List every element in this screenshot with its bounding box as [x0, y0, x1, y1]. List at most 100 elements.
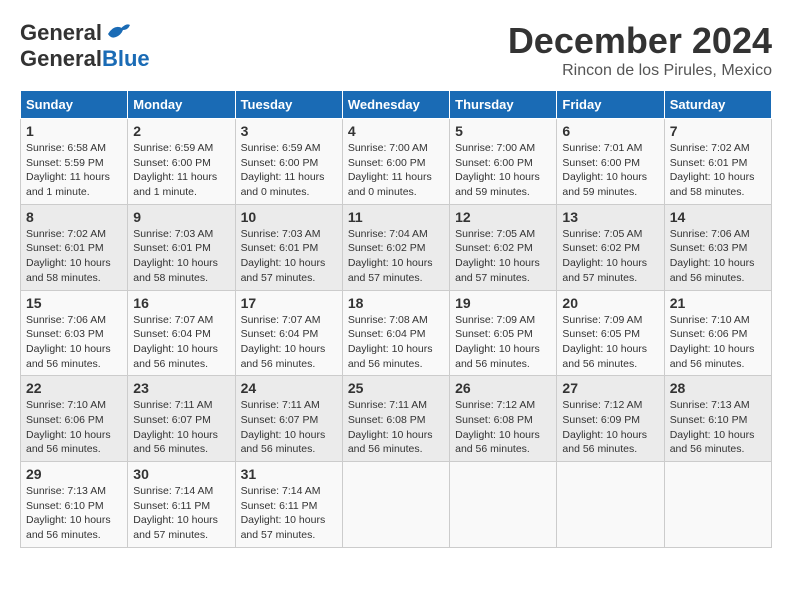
day-number: 14 — [670, 209, 766, 225]
day-cell: 10 Sunrise: 7:03 AMSunset: 6:01 PMDayligh… — [235, 204, 342, 290]
day-number: 10 — [241, 209, 337, 225]
day-info: Sunrise: 7:09 AMSunset: 6:05 PMDaylight:… — [455, 313, 551, 372]
header: General General Blue December 2024 Rinco… — [20, 20, 772, 80]
day-info: Sunrise: 7:03 AMSunset: 6:01 PMDaylight:… — [133, 227, 229, 286]
bird-icon — [104, 20, 132, 42]
day-cell: 12 Sunrise: 7:05 AMSunset: 6:02 PMDayligh… — [450, 204, 557, 290]
day-info: Sunrise: 7:12 AMSunset: 6:08 PMDaylight:… — [455, 398, 551, 457]
day-cell: 13 Sunrise: 7:05 AMSunset: 6:02 PMDayligh… — [557, 204, 664, 290]
day-cell: 11 Sunrise: 7:04 AMSunset: 6:02 PMDayligh… — [342, 204, 449, 290]
day-info: Sunrise: 7:04 AMSunset: 6:02 PMDaylight:… — [348, 227, 444, 286]
day-cell: 9 Sunrise: 7:03 AMSunset: 6:01 PMDaylight… — [128, 204, 235, 290]
day-number: 17 — [241, 295, 337, 311]
day-number: 29 — [26, 466, 122, 482]
week-row-2: 8Sunrise: 7:02 AMSunset: 6:01 PMDaylight… — [21, 204, 772, 290]
day-info: Sunrise: 7:06 AMSunset: 6:03 PMDaylight:… — [26, 313, 122, 372]
day-info: Sunrise: 6:59 AMSunset: 6:00 PMDaylight:… — [133, 141, 229, 200]
day-info: Sunrise: 7:14 AMSunset: 6:11 PMDaylight:… — [241, 484, 337, 543]
column-header-sunday: Sunday — [21, 91, 128, 119]
day-cell: 30 Sunrise: 7:14 AMSunset: 6:11 PMDayligh… — [128, 462, 235, 548]
day-info: Sunrise: 7:06 AMSunset: 6:03 PMDaylight:… — [670, 227, 766, 286]
day-number: 23 — [133, 380, 229, 396]
day-number: 11 — [348, 209, 444, 225]
day-info: Sunrise: 7:10 AMSunset: 6:06 PMDaylight:… — [26, 398, 122, 457]
day-cell: 23 Sunrise: 7:11 AMSunset: 6:07 PMDayligh… — [128, 376, 235, 462]
day-cell: 27 Sunrise: 7:12 AMSunset: 6:09 PMDayligh… — [557, 376, 664, 462]
day-number: 8 — [26, 209, 122, 225]
day-number: 5 — [455, 123, 551, 139]
day-cell: 22 Sunrise: 7:10 AMSunset: 6:06 PMDayligh… — [21, 376, 128, 462]
column-header-monday: Monday — [128, 91, 235, 119]
day-cell: 25 Sunrise: 7:11 AMSunset: 6:08 PMDayligh… — [342, 376, 449, 462]
day-number: 2 — [133, 123, 229, 139]
column-header-friday: Friday — [557, 91, 664, 119]
day-info: Sunrise: 7:05 AMSunset: 6:02 PMDaylight:… — [562, 227, 658, 286]
day-number: 22 — [26, 380, 122, 396]
day-number: 21 — [670, 295, 766, 311]
day-info: Sunrise: 7:01 AMSunset: 6:00 PMDaylight:… — [562, 141, 658, 200]
day-info: Sunrise: 7:07 AMSunset: 6:04 PMDaylight:… — [241, 313, 337, 372]
day-info: Sunrise: 7:05 AMSunset: 6:02 PMDaylight:… — [455, 227, 551, 286]
day-number: 15 — [26, 295, 122, 311]
day-cell: 26Sunrise: 7:12 AMSunset: 6:08 PMDayligh… — [450, 376, 557, 462]
day-number: 30 — [133, 466, 229, 482]
day-cell: 24 Sunrise: 7:11 AMSunset: 6:07 PMDayligh… — [235, 376, 342, 462]
day-cell: 29 Sunrise: 7:13 AMSunset: 6:10 PMDayligh… — [21, 462, 128, 548]
day-number: 16 — [133, 295, 229, 311]
day-cell: 21Sunrise: 7:10 AMSunset: 6:06 PMDayligh… — [664, 290, 771, 376]
day-number: 20 — [562, 295, 658, 311]
day-info: Sunrise: 7:13 AMSunset: 6:10 PMDaylight:… — [26, 484, 122, 543]
day-info: Sunrise: 6:58 AMSunset: 5:59 PMDaylight:… — [26, 141, 122, 200]
day-info: Sunrise: 7:09 AMSunset: 6:05 PMDaylight:… — [562, 313, 658, 372]
day-number: 12 — [455, 209, 551, 225]
day-cell: 31Sunrise: 7:14 AMSunset: 6:11 PMDayligh… — [235, 462, 342, 548]
day-cell: 6 Sunrise: 7:01 AMSunset: 6:00 PMDaylight… — [557, 119, 664, 205]
week-row-1: 1 Sunrise: 6:58 AMSunset: 5:59 PMDaylight… — [21, 119, 772, 205]
logo-general-line2: General — [20, 46, 102, 72]
header-row: SundayMondayTuesdayWednesdayThursdayFrid… — [21, 91, 772, 119]
day-cell: 5 Sunrise: 7:00 AMSunset: 6:00 PMDaylight… — [450, 119, 557, 205]
column-header-saturday: Saturday — [664, 91, 771, 119]
day-info: Sunrise: 7:11 AMSunset: 6:08 PMDaylight:… — [348, 398, 444, 457]
day-info: Sunrise: 7:07 AMSunset: 6:04 PMDaylight:… — [133, 313, 229, 372]
day-number: 19 — [455, 295, 551, 311]
day-cell — [664, 462, 771, 548]
logo: General General Blue — [20, 20, 150, 72]
day-info: Sunrise: 7:02 AMSunset: 6:01 PMDaylight:… — [670, 141, 766, 200]
day-cell: 18Sunrise: 7:08 AMSunset: 6:04 PMDayligh… — [342, 290, 449, 376]
day-number: 3 — [241, 123, 337, 139]
day-cell: 14 Sunrise: 7:06 AMSunset: 6:03 PMDayligh… — [664, 204, 771, 290]
day-info: Sunrise: 7:11 AMSunset: 6:07 PMDaylight:… — [241, 398, 337, 457]
day-number: 13 — [562, 209, 658, 225]
column-header-tuesday: Tuesday — [235, 91, 342, 119]
day-number: 1 — [26, 123, 122, 139]
day-info: Sunrise: 7:08 AMSunset: 6:04 PMDaylight:… — [348, 313, 444, 372]
day-info: Sunrise: 7:13 AMSunset: 6:10 PMDaylight:… — [670, 398, 766, 457]
week-row-3: 15 Sunrise: 7:06 AMSunset: 6:03 PMDayligh… — [21, 290, 772, 376]
title-block: December 2024 Rincon de los Pirules, Mex… — [508, 20, 772, 80]
day-info: Sunrise: 7:12 AMSunset: 6:09 PMDaylight:… — [562, 398, 658, 457]
day-cell — [342, 462, 449, 548]
logo-blue-word: Blue — [102, 46, 150, 72]
day-number: 25 — [348, 380, 444, 396]
day-cell — [450, 462, 557, 548]
day-number: 28 — [670, 380, 766, 396]
day-info: Sunrise: 6:59 AMSunset: 6:00 PMDaylight:… — [241, 141, 337, 200]
column-header-thursday: Thursday — [450, 91, 557, 119]
logo-general-word: General — [20, 20, 102, 46]
day-info: Sunrise: 7:03 AMSunset: 6:01 PMDaylight:… — [241, 227, 337, 286]
day-info: Sunrise: 7:00 AMSunset: 6:00 PMDaylight:… — [348, 141, 444, 200]
week-row-5: 29 Sunrise: 7:13 AMSunset: 6:10 PMDayligh… — [21, 462, 772, 548]
day-cell: 19 Sunrise: 7:09 AMSunset: 6:05 PMDayligh… — [450, 290, 557, 376]
day-cell: 17 Sunrise: 7:07 AMSunset: 6:04 PMDayligh… — [235, 290, 342, 376]
day-cell: 20 Sunrise: 7:09 AMSunset: 6:05 PMDayligh… — [557, 290, 664, 376]
day-info: Sunrise: 7:11 AMSunset: 6:07 PMDaylight:… — [133, 398, 229, 457]
day-number: 27 — [562, 380, 658, 396]
day-info: Sunrise: 7:00 AMSunset: 6:00 PMDaylight:… — [455, 141, 551, 200]
day-cell: 28 Sunrise: 7:13 AMSunset: 6:10 PMDayligh… — [664, 376, 771, 462]
day-number: 9 — [133, 209, 229, 225]
day-number: 7 — [670, 123, 766, 139]
day-number: 6 — [562, 123, 658, 139]
day-info: Sunrise: 7:14 AMSunset: 6:11 PMDaylight:… — [133, 484, 229, 543]
day-number: 24 — [241, 380, 337, 396]
